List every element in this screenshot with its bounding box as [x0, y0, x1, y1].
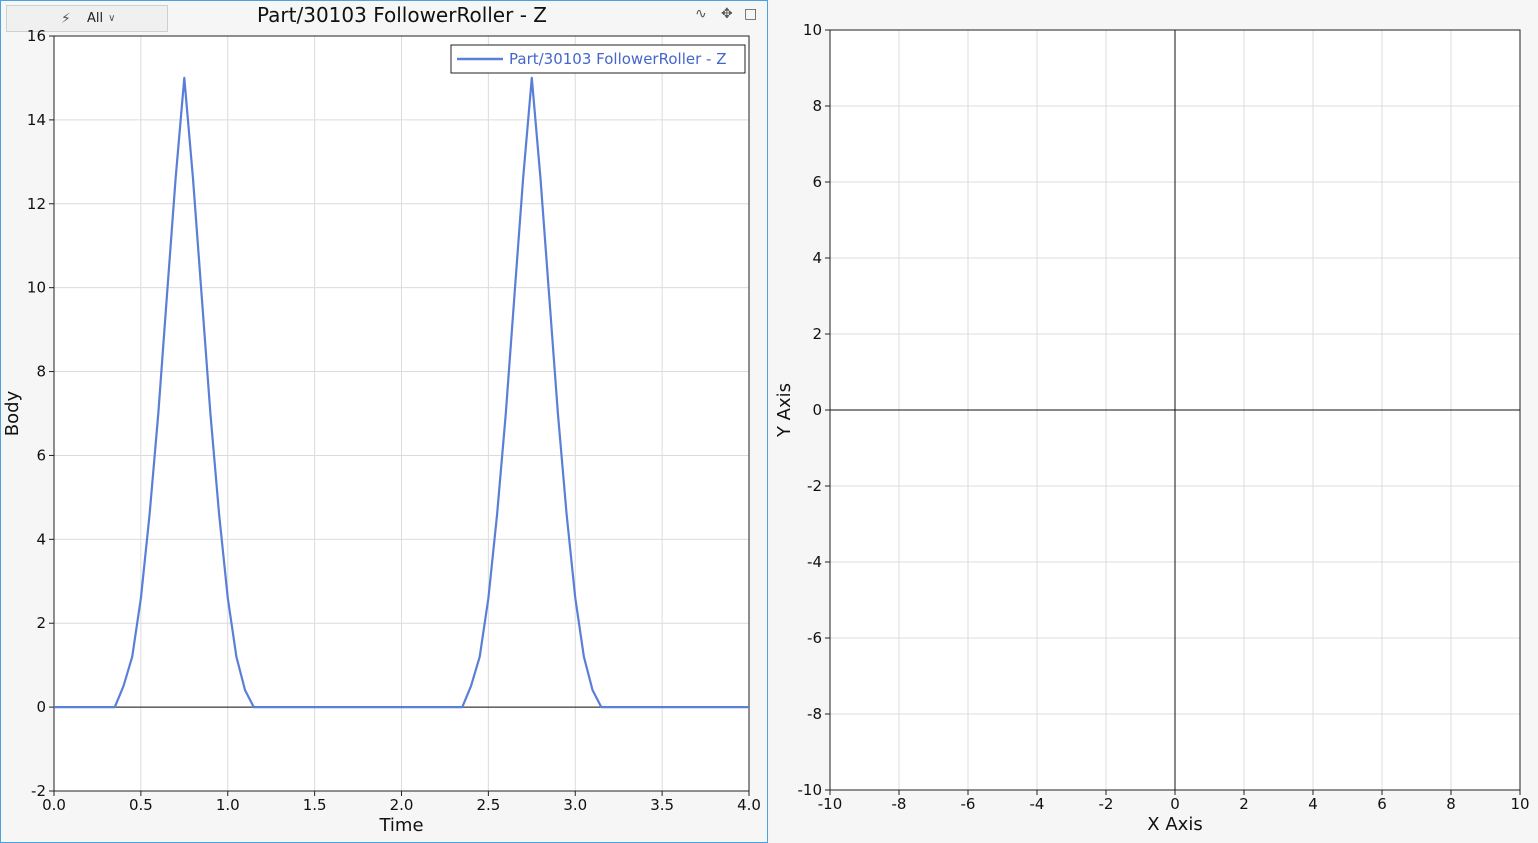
y-tick-label: 2 [812, 325, 822, 343]
y-tick-label: 0 [36, 698, 46, 716]
x-tick-label: 6 [1377, 795, 1387, 813]
x-tick-label: 2.5 [476, 796, 500, 814]
y-tick-label: -10 [798, 781, 823, 799]
y-tick-label: 4 [812, 249, 822, 267]
y-tick-label: -2 [31, 782, 46, 800]
y-tick-label: 16 [27, 27, 46, 45]
x-tick-label: 10 [1510, 795, 1529, 813]
x-tick-label: 2.0 [390, 796, 414, 814]
y-tick-label: -2 [807, 477, 822, 495]
y-tick-label: 10 [803, 21, 822, 39]
x-tick-label: 8 [1446, 795, 1456, 813]
x-tick-label: 0 [1170, 795, 1180, 813]
legend-entry: Part/30103 FollowerRoller - Z [509, 50, 726, 68]
y-tick-label: 10 [27, 279, 46, 297]
x-tick-label: 1.0 [216, 796, 240, 814]
y-tick-label: -4 [807, 553, 822, 571]
y-tick-label: -6 [807, 629, 822, 647]
x-tick-label: 1.5 [303, 796, 327, 814]
x-tick-label: 3.5 [650, 796, 674, 814]
right-plot-panel[interactable]: -10 -8 -6 -4 -2 0 2 4 6 8 10 -10 -8 -6 -4 -2 0 2 4 6 8 10 X Ax… [770, 0, 1538, 843]
y-tick-label: 8 [36, 363, 46, 381]
x-axis-label: Time [378, 815, 423, 836]
y-tick-label: 12 [27, 195, 46, 213]
x-tick-label: 0.5 [129, 796, 153, 814]
y-tick-label: 8 [812, 97, 822, 115]
left-plot-panel[interactable]: ⚡ All ∨ Part/30103 FollowerRoller - Z ∿ … [0, 0, 768, 843]
right-chart: -10 -8 -6 -4 -2 0 2 4 6 8 10-10-8-6-4-20246810X Ax… [774, 21, 1530, 835]
x-tick-label: -4 [1030, 795, 1045, 813]
left-chart: 0.0 0.5 1.0 1.5 2.0 2.5 3.0 3.5 4.0-202468101214… [2, 27, 761, 836]
y-tick-label: 6 [812, 173, 822, 191]
y-tick-label: -8 [807, 705, 822, 723]
y-axis-label: Body [2, 390, 23, 436]
y-axis-label: Y Axis [774, 383, 795, 438]
x-tick-label: 3.0 [563, 796, 587, 814]
x-tick-label: -2 [1099, 795, 1114, 813]
y-tick-label: 2 [36, 614, 46, 632]
y-tick-label: 0 [812, 401, 822, 419]
x-tick-label: 4.0 [737, 796, 761, 814]
x-tick-label: -8 [892, 795, 907, 813]
x-tick-label: 4 [1308, 795, 1318, 813]
y-tick-label: 14 [27, 111, 46, 129]
x-axis-label: X Axis [1147, 814, 1202, 835]
x-tick-label: 2 [1239, 795, 1249, 813]
x-tick-label: -6 [961, 795, 976, 813]
y-tick-label: 4 [36, 530, 46, 548]
y-tick-label: 6 [36, 446, 46, 464]
